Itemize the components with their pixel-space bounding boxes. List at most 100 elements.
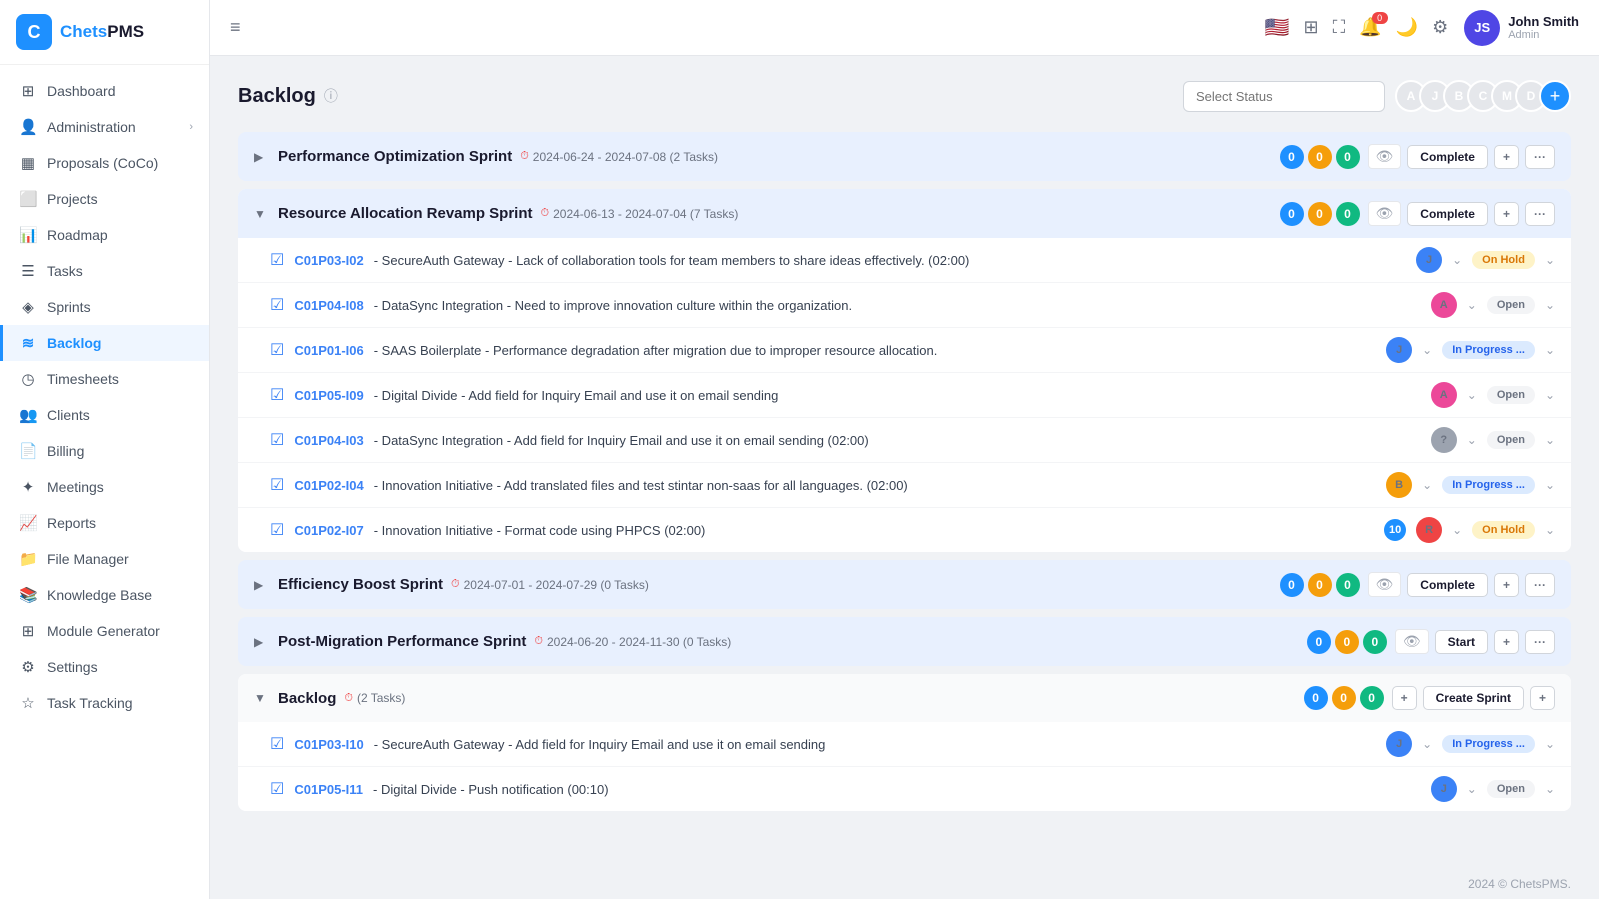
sidebar-item-backlog[interactable]: ≋ Backlog	[0, 325, 209, 361]
task-status-arrow[interactable]: ⌄	[1545, 523, 1555, 537]
task-expand-icon[interactable]: ⌄	[1467, 298, 1477, 312]
sprint-eye-button-sprint1[interactable]: 👁	[1368, 144, 1402, 169]
sidebar-item-modulegenerator[interactable]: ⊞ Module Generator	[0, 613, 209, 649]
sprint-dots-button-sprint1[interactable]: ···	[1525, 145, 1555, 169]
task-id[interactable]: C01P05-I09	[294, 388, 363, 403]
sprint-dots-button-sprint2[interactable]: ···	[1525, 202, 1555, 226]
settings-icon[interactable]: ⚙	[1432, 17, 1448, 38]
task-checkbox[interactable]: ☑	[270, 430, 284, 450]
sprint-toggle-sprint2[interactable]: ▼	[254, 207, 270, 221]
fullscreen-icon[interactable]: ⛶	[1333, 17, 1346, 38]
sidebar-item-filemanager[interactable]: 📁 File Manager	[0, 541, 209, 577]
task-status[interactable]: In Progress ...	[1442, 341, 1535, 359]
sidebar-item-roadmap[interactable]: 📊 Roadmap	[0, 217, 209, 253]
task-status-arrow[interactable]: ⌄	[1545, 388, 1555, 402]
sprint-action-button-sprint4[interactable]: Start	[1435, 630, 1488, 654]
task-checkbox[interactable]: ☑	[270, 520, 284, 540]
task-expand-icon[interactable]: ⌄	[1422, 478, 1432, 492]
task-checkbox[interactable]: ☑	[270, 295, 284, 315]
task-status[interactable]: In Progress ...	[1442, 476, 1535, 494]
sidebar-item-reports[interactable]: 📈 Reports	[0, 505, 209, 541]
backlog-plus-button[interactable]: +	[1392, 686, 1417, 710]
task-expand-icon[interactable]: ⌄	[1422, 737, 1432, 751]
task-id[interactable]: C01P02-I04	[294, 478, 363, 493]
task-status-arrow[interactable]: ⌄	[1545, 433, 1555, 447]
task-expand-icon[interactable]: ⌄	[1452, 253, 1462, 267]
backlog-header[interactable]: ▼ Backlog ⏱ (2 Tasks) 0 0 0 + Create Spr…	[238, 674, 1571, 722]
task-id[interactable]: C01P03-I10	[294, 737, 363, 752]
task-checkbox[interactable]: ☑	[270, 340, 284, 360]
task-id[interactable]: C01P02-I07	[294, 523, 363, 538]
sidebar-item-sprints[interactable]: ◈ Sprints	[0, 289, 209, 325]
task-status[interactable]: Open	[1487, 296, 1535, 314]
create-sprint-button[interactable]: Create Sprint	[1423, 686, 1524, 710]
sidebar-item-billing[interactable]: 📄 Billing	[0, 433, 209, 469]
sprint-eye-button-sprint2[interactable]: 👁	[1368, 201, 1402, 226]
task-status-arrow[interactable]: ⌄	[1545, 253, 1555, 267]
sidebar-item-settings[interactable]: ⚙ Settings	[0, 649, 209, 685]
select-status-input[interactable]	[1183, 81, 1385, 112]
task-status[interactable]: On Hold	[1472, 521, 1535, 539]
sprint-toggle-sprint3[interactable]: ▶	[254, 578, 270, 592]
task-checkbox[interactable]: ☑	[270, 385, 284, 405]
task-expand-icon[interactable]: ⌄	[1467, 433, 1477, 447]
sprint-toggle-sprint4[interactable]: ▶	[254, 635, 270, 649]
sprint-plus-button-sprint4[interactable]: +	[1494, 630, 1519, 654]
task-checkbox[interactable]: ☑	[270, 250, 284, 270]
sprint-action-button-sprint3[interactable]: Complete	[1407, 573, 1488, 597]
task-expand-icon[interactable]: ⌄	[1452, 523, 1462, 537]
sidebar-item-meetings[interactable]: ✦ Meetings	[0, 469, 209, 505]
sprint-eye-button-sprint3[interactable]: 👁	[1368, 572, 1402, 597]
notification-icon[interactable]: 🔔 0	[1359, 17, 1381, 38]
task-id[interactable]: C01P04-I03	[294, 433, 363, 448]
sidebar-item-knowledgebase[interactable]: 📚 Knowledge Base	[0, 577, 209, 613]
sprint-header-sprint1[interactable]: ▶ Performance Optimization Sprint ⏱ 2024…	[238, 132, 1571, 181]
sidebar-item-proposals[interactable]: ▦ Proposals (CoCo)	[0, 145, 209, 181]
sidebar-item-clients[interactable]: 👥 Clients	[0, 397, 209, 433]
task-id[interactable]: C01P01-I06	[294, 343, 363, 358]
task-status[interactable]: Open	[1487, 780, 1535, 798]
sprint-header-sprint3[interactable]: ▶ Efficiency Boost Sprint ⏱ 2024-07-01 -…	[238, 560, 1571, 609]
backlog-toggle[interactable]: ▼	[254, 691, 270, 705]
task-status[interactable]: Open	[1487, 431, 1535, 449]
grid-icon[interactable]: ⊞	[1304, 17, 1319, 38]
task-status-arrow[interactable]: ⌄	[1545, 478, 1555, 492]
sprint-header-sprint4[interactable]: ▶ Post-Migration Performance Sprint ⏱ 20…	[238, 617, 1571, 666]
sprint-plus-button-sprint3[interactable]: +	[1494, 573, 1519, 597]
task-id[interactable]: C01P05-I11	[294, 782, 363, 797]
user-avatar[interactable]: JS John Smith Admin	[1464, 10, 1579, 46]
task-status-arrow[interactable]: ⌄	[1545, 782, 1555, 796]
task-status-arrow[interactable]: ⌄	[1545, 343, 1555, 357]
flag-icon[interactable]: 🇺🇸	[1265, 15, 1290, 40]
logo[interactable]: C ChetsPMS	[0, 0, 209, 65]
sprint-plus-button-sprint1[interactable]: +	[1494, 145, 1519, 169]
sidebar-item-tasktracking[interactable]: ☆ Task Tracking	[0, 685, 209, 721]
task-status[interactable]: On Hold	[1472, 251, 1535, 269]
hamburger-button[interactable]: ≡	[230, 17, 241, 38]
task-expand-icon[interactable]: ⌄	[1467, 388, 1477, 402]
task-status[interactable]: In Progress ...	[1442, 735, 1535, 753]
task-id[interactable]: C01P04-I08	[294, 298, 363, 313]
sprint-toggle-sprint1[interactable]: ▶	[254, 150, 270, 164]
sprint-dots-button-sprint4[interactable]: ···	[1525, 630, 1555, 654]
task-id[interactable]: C01P03-I02	[294, 253, 363, 268]
sprint-header-sprint2[interactable]: ▼ Resource Allocation Revamp Sprint ⏱ 20…	[238, 189, 1571, 238]
task-status-arrow[interactable]: ⌄	[1545, 737, 1555, 751]
sidebar-item-tasks[interactable]: ☰ Tasks	[0, 253, 209, 289]
sprint-dots-button-sprint3[interactable]: ···	[1525, 573, 1555, 597]
task-checkbox[interactable]: ☑	[270, 734, 284, 754]
task-expand-icon[interactable]: ⌄	[1422, 343, 1432, 357]
sidebar-item-projects[interactable]: ⬜ Projects	[0, 181, 209, 217]
sidebar-item-dashboard[interactable]: ⊞ Dashboard	[0, 73, 209, 109]
sprint-action-button-sprint2[interactable]: Complete	[1407, 202, 1488, 226]
add-member-button[interactable]: +	[1539, 80, 1571, 112]
task-checkbox[interactable]: ☑	[270, 779, 284, 799]
task-checkbox[interactable]: ☑	[270, 475, 284, 495]
sprint-action-button-sprint1[interactable]: Complete	[1407, 145, 1488, 169]
sidebar-item-administration[interactable]: 👤 Administration ›	[0, 109, 209, 145]
task-status[interactable]: Open	[1487, 386, 1535, 404]
task-expand-icon[interactable]: ⌄	[1467, 782, 1477, 796]
sprint-plus-button-sprint2[interactable]: +	[1494, 202, 1519, 226]
sprint-eye-button-sprint4[interactable]: 👁	[1395, 629, 1429, 654]
task-status-arrow[interactable]: ⌄	[1545, 298, 1555, 312]
